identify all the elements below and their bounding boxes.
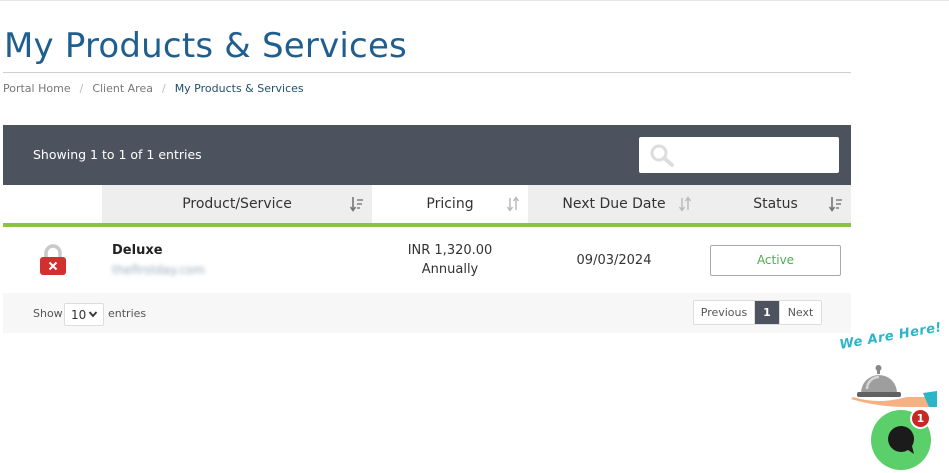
search-icon: [650, 144, 674, 167]
column-label: Product/Service: [182, 196, 292, 212]
breadcrumb-portal-home[interactable]: Portal Home: [3, 82, 71, 95]
breadcrumb-separator: /: [161, 82, 166, 95]
page-title: My Products & Services: [4, 26, 407, 66]
column-header-next-due-date[interactable]: Next Due Date: [528, 185, 700, 223]
row-icon-cell: [3, 227, 102, 293]
price-amount: INR 1,320.00: [407, 243, 493, 258]
pricing-cell: INR 1,320.00 Annually: [372, 227, 528, 293]
previous-page-button[interactable]: Previous: [694, 301, 755, 324]
status-badge: Active: [710, 244, 841, 276]
product-cell: Deluxe thefirstday.com: [102, 227, 372, 293]
breadcrumb-client-area[interactable]: Client Area: [92, 82, 153, 95]
table-toolbar: Showing 1 to 1 of 1 entries: [3, 125, 851, 185]
chat-widget: We Are Here! 1: [835, 320, 949, 473]
product-domain: thefirstday.com: [112, 263, 205, 277]
pagination: Previous 1 Next: [693, 300, 822, 325]
due-date-cell: 09/03/2024: [528, 227, 700, 293]
breadcrumb-separator: /: [79, 82, 84, 95]
entries-label: entries: [108, 307, 147, 320]
breadcrumb-current: My Products & Services: [174, 82, 304, 95]
column-header-product[interactable]: Product/Service: [102, 185, 372, 223]
entries-info: Showing 1 to 1 of 1 entries: [33, 147, 202, 162]
search-input[interactable]: [639, 137, 839, 173]
column-header-status[interactable]: Status: [700, 185, 851, 223]
sort-both-icon: [678, 196, 692, 212]
table-header: Product/Service Pricing Next Due Date St…: [3, 185, 851, 227]
chat-bubble-icon: [888, 425, 915, 454]
billing-cycle: Annually: [421, 262, 479, 277]
sort-desc-icon: [350, 197, 363, 212]
column-label: Next Due Date: [562, 196, 666, 212]
column-label: Pricing: [426, 196, 474, 212]
lock-suspended-icon: [39, 244, 66, 275]
service-bell-icon: [851, 365, 937, 407]
title-divider: [3, 72, 851, 73]
next-page-button[interactable]: Next: [779, 301, 821, 324]
chevron-down-icon: [88, 311, 98, 318]
sort-both-icon: [506, 196, 520, 212]
entries-per-page-value: 10: [71, 307, 87, 322]
column-header-icon: [3, 185, 102, 223]
column-label: Status: [753, 196, 798, 212]
notification-badge: 1: [910, 408, 931, 429]
show-label: Show: [33, 307, 63, 320]
next-due-date: 09/03/2024: [576, 252, 652, 268]
entries-per-page-select[interactable]: 10: [64, 303, 104, 326]
table-footer: Show 10 entries Previous 1 Next: [3, 293, 851, 333]
product-name: Deluxe: [112, 243, 163, 258]
status-cell: Active: [700, 227, 851, 293]
column-header-pricing[interactable]: Pricing: [372, 185, 528, 223]
top-divider: [0, 0, 949, 1]
page-1-button[interactable]: 1: [755, 301, 779, 324]
products-table: Showing 1 to 1 of 1 entries Product/Serv…: [3, 125, 851, 333]
sort-desc-icon: [829, 197, 842, 212]
table-row[interactable]: Deluxe thefirstday.com INR 1,320.00 Annu…: [3, 227, 851, 293]
breadcrumb: Portal Home / Client Area / My Products …: [3, 82, 304, 95]
